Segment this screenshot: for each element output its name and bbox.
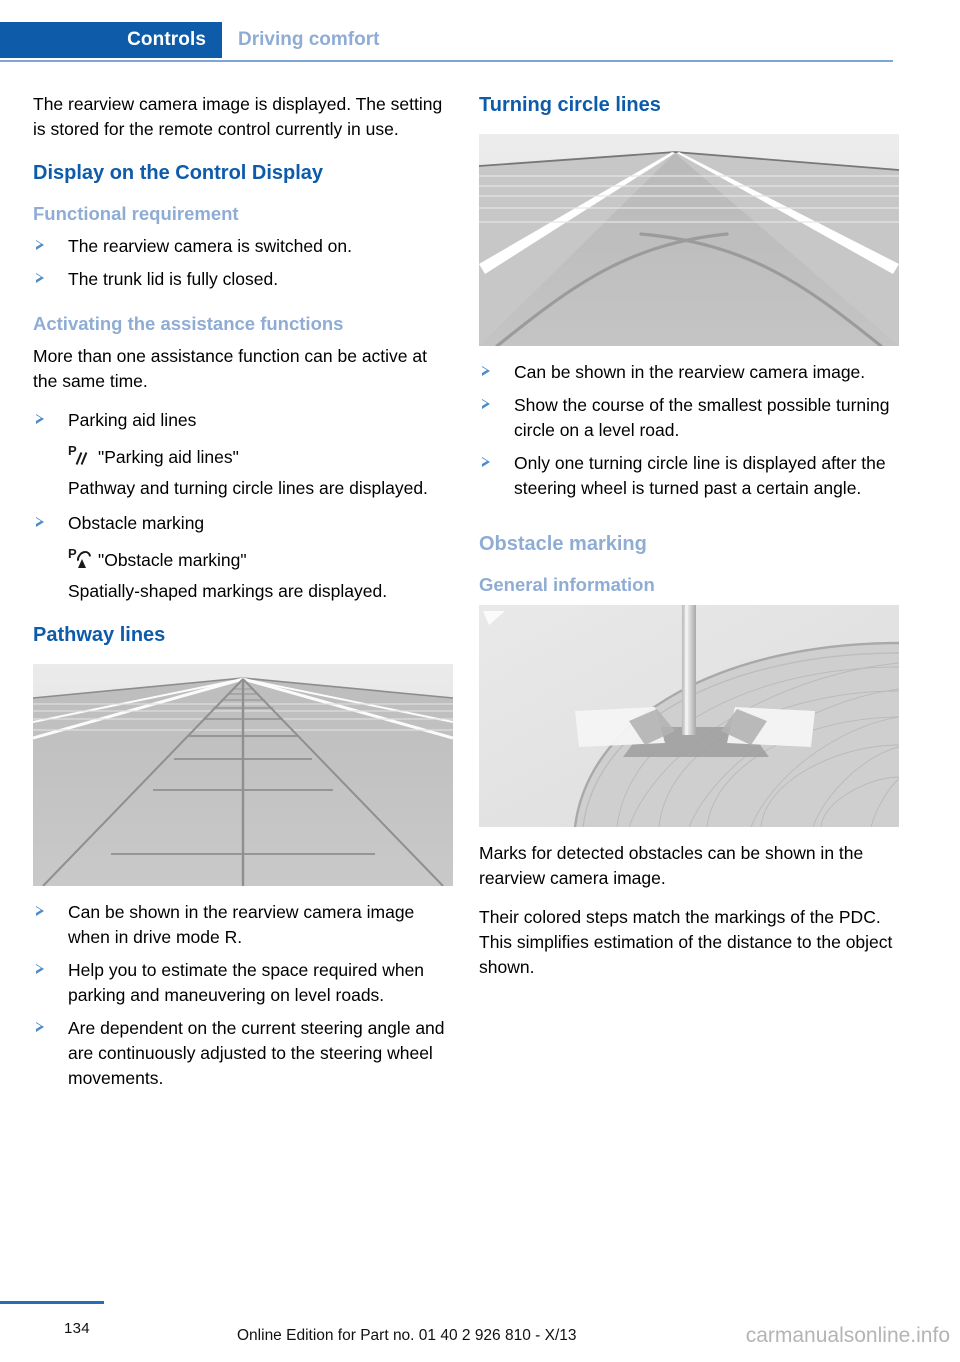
- assistance-functions-list: Parking aid lines: [33, 408, 453, 433]
- list-item: The rearview camera is switched on.: [33, 234, 453, 259]
- figure-pathway-lines: [33, 664, 453, 886]
- section-heading-turning-circle-lines: Turning circle lines: [479, 94, 661, 116]
- list-item-label: Help you to estimate the space required …: [68, 960, 425, 1005]
- list-item: Help you to estimate the space required …: [33, 958, 453, 1008]
- activating-intro-paragraph: More than one assistance function can be…: [33, 346, 427, 391]
- list-item: Only one turning circle line is displaye…: [479, 451, 899, 501]
- section-heading-display-on-control-display: Display on the Control Display: [33, 162, 324, 184]
- bullet-triangle-icon: [36, 273, 44, 283]
- list-item-label: Can be shown in the rearview camera imag…: [514, 362, 866, 382]
- list-item-label: The trunk lid is fully closed.: [68, 269, 279, 289]
- footer-divider: [0, 1301, 104, 1304]
- tab-controls[interactable]: Controls: [0, 22, 222, 58]
- list-item-label: The rearview camera is switched on.: [68, 236, 352, 256]
- list-item-parking-aid-lines: Parking aid lines: [33, 408, 453, 433]
- bullet-triangle-icon: [482, 366, 490, 376]
- figure-turning-circle-lines: [479, 134, 899, 346]
- page-number: 134: [64, 1320, 90, 1337]
- bullet-triangle-icon: [36, 414, 44, 424]
- list-item: The trunk lid is fully closed.: [33, 267, 453, 292]
- list-item-label: Are dependent on the current steering an…: [68, 1018, 445, 1088]
- obstacle-marking-menu-row: P "Obstacle marking": [33, 546, 453, 573]
- bullet-triangle-icon: [36, 1022, 44, 1032]
- watermark: carmanualsonline.info: [745, 1324, 950, 1347]
- parking-aid-lines-icon: P: [68, 444, 90, 466]
- figure-obstacle-marking: [479, 605, 899, 827]
- obstacle-marking-menu-label: "Obstacle marking": [98, 550, 247, 570]
- bullet-triangle-icon: [36, 517, 44, 527]
- edition-text: Online Edition for Part no. 01 40 2 926 …: [237, 1327, 577, 1344]
- pathway-lines-illustration: [33, 664, 453, 886]
- bullet-triangle-icon: [482, 457, 490, 467]
- header-divider: [0, 60, 893, 62]
- right-column: Turning circle lines Can be shown in the…: [479, 92, 899, 980]
- intro-paragraph: The rearview camera image is displayed. …: [33, 94, 443, 139]
- list-item: Can be shown in the rearview camera imag…: [479, 360, 899, 385]
- obstacle-marking-illustration: [479, 605, 899, 827]
- obstacle-marking-list: Obstacle marking: [33, 511, 453, 536]
- list-item: Show the course of the smallest possible…: [479, 393, 899, 443]
- obstacle-marking-paragraph-2: Their colored steps match the markings o…: [479, 907, 893, 977]
- obstacle-marking-description: Spatially-shaped markings are displayed.: [68, 581, 388, 601]
- bullet-triangle-icon: [36, 906, 44, 916]
- list-item: Are dependent on the current steering an…: [33, 1016, 453, 1091]
- page-header: Controls Driving comfort: [0, 22, 960, 60]
- bullet-triangle-icon: [36, 240, 44, 250]
- bullet-triangle-icon: [36, 964, 44, 974]
- list-item-label: Show the course of the smallest possible…: [514, 395, 890, 440]
- list-item-obstacle-marking: Obstacle marking: [33, 511, 453, 536]
- turning-circle-lines-illustration: [479, 134, 899, 346]
- bullet-triangle-icon: [482, 399, 490, 409]
- list-item-label: Can be shown in the rearview camera imag…: [68, 902, 415, 947]
- obstacle-marking-icon: P: [68, 547, 94, 569]
- subheading-activating-assistance-functions: Activating the assistance functions: [33, 313, 344, 334]
- pathway-lines-bullet-list: Can be shown in the rearview camera imag…: [33, 900, 453, 1091]
- parking-aid-lines-description: Pathway and turning circle lines are dis…: [68, 478, 428, 498]
- parking-aid-lines-menu-label: "Parking aid lines": [98, 447, 239, 467]
- subheading-general-information: General information: [479, 574, 655, 595]
- functional-requirement-list: The rearview camera is switched on. The …: [33, 234, 453, 292]
- list-item-label: Obstacle marking: [68, 513, 205, 533]
- left-column: The rearview camera image is displayed. …: [33, 92, 453, 1101]
- turning-circle-bullet-list: Can be shown in the rearview camera imag…: [479, 360, 899, 501]
- obstacle-marking-paragraph-1: Marks for detected obstacles can be show…: [479, 843, 864, 888]
- list-item-label: Only one turning circle line is displaye…: [514, 453, 886, 498]
- subheading-functional-requirement: Functional requirement: [33, 203, 239, 224]
- list-item-label: Parking aid lines: [68, 410, 197, 430]
- parking-aid-lines-menu-row: P "Parking aid lines": [33, 443, 453, 470]
- section-heading-obstacle-marking: Obstacle marking: [479, 533, 647, 555]
- list-item: Can be shown in the rearview camera imag…: [33, 900, 453, 950]
- tab-driving-comfort[interactable]: Driving comfort: [238, 22, 379, 58]
- section-heading-pathway-lines: Pathway lines: [33, 624, 166, 646]
